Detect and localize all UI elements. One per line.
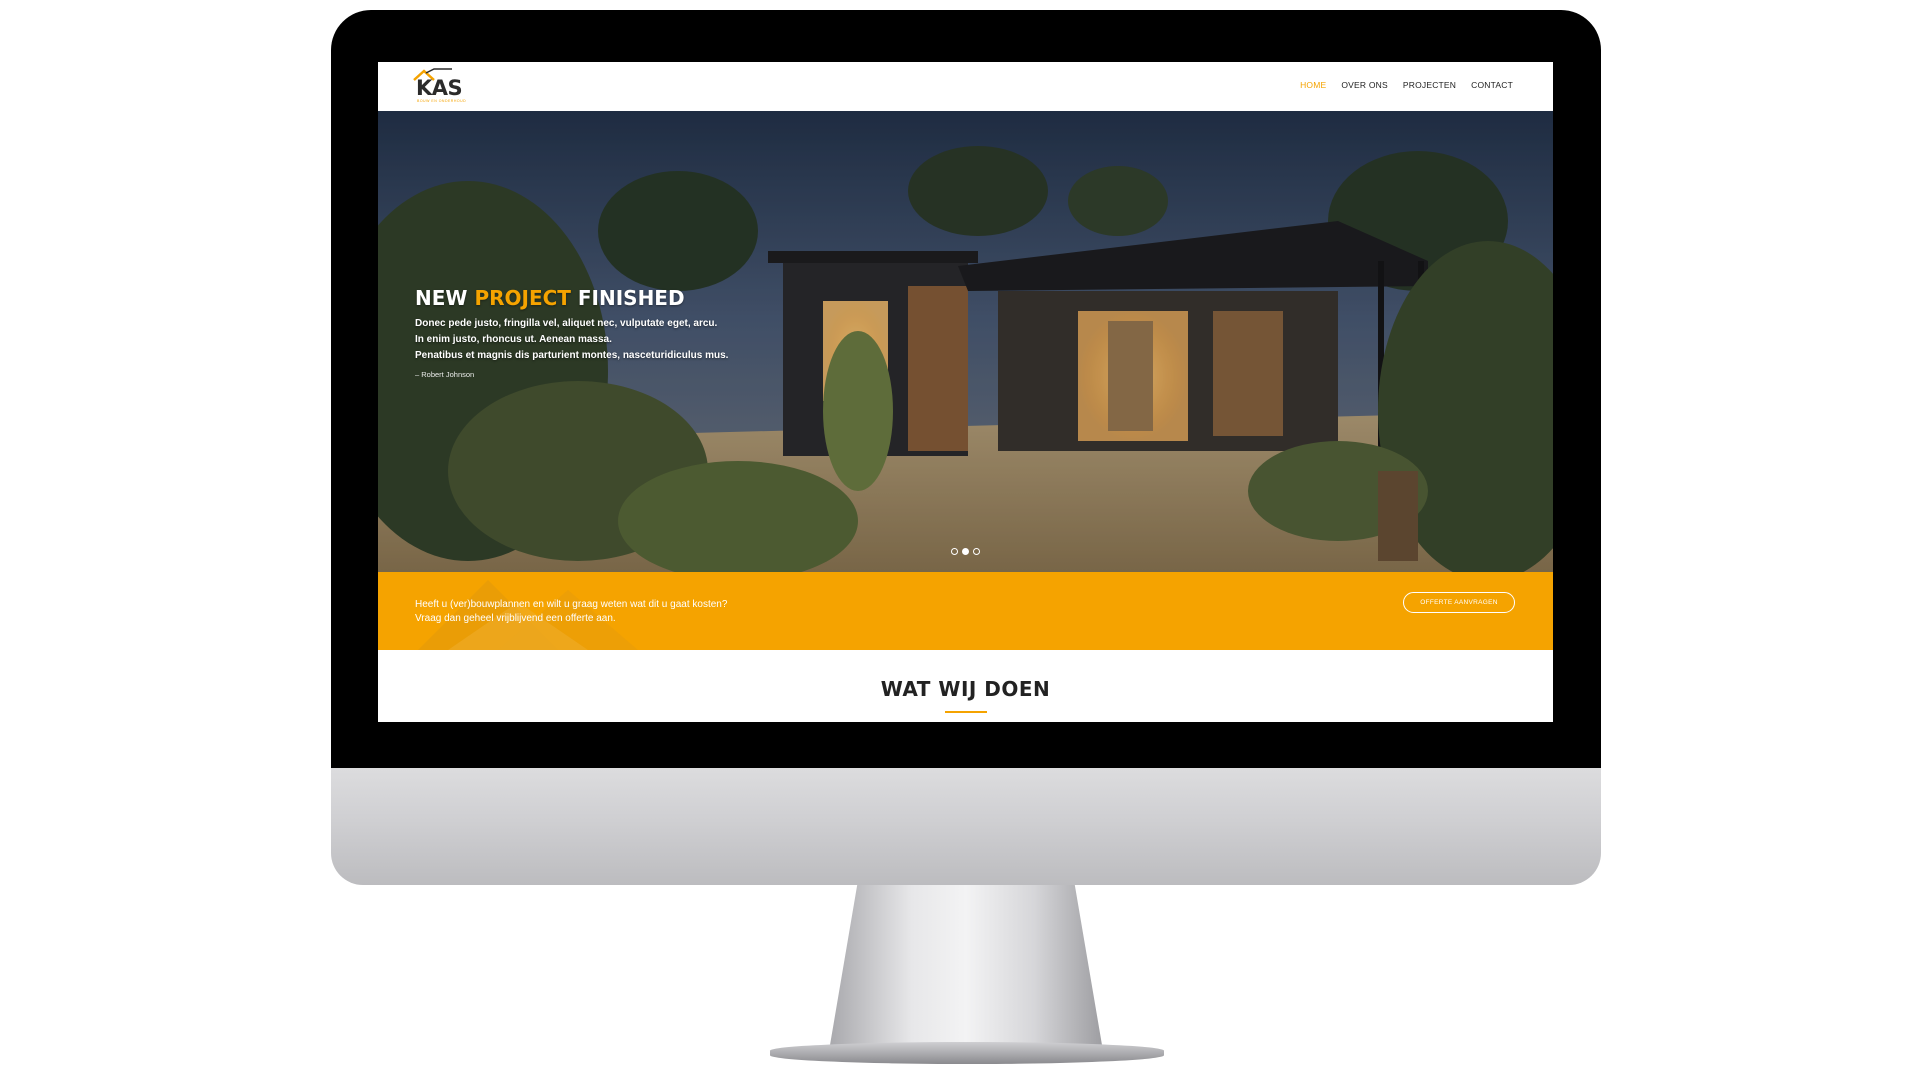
hero-caption: NEW PROJECT FINISHED Donec pede justo, f…	[415, 286, 728, 379]
cta-band: Heeft u (ver)bouwplannen en wilt u graag…	[378, 572, 1553, 650]
slider-dot-3[interactable]	[973, 548, 980, 555]
hero-text-line: Penatibus et magnis dis parturient monte…	[415, 350, 729, 361]
website-screen: KAS BOUW EN ONDERHOUD HOME OVER ONS PROJ…	[378, 62, 1553, 722]
nav-item-over-ons[interactable]: OVER ONS	[1341, 80, 1387, 90]
logo[interactable]: KAS BOUW EN ONDERHOUD	[412, 68, 472, 106]
site-header: KAS BOUW EN ONDERHOUD HOME OVER ONS PROJ…	[378, 62, 1553, 111]
request-quote-button[interactable]: OFFERTE AANVRAGEN	[1403, 592, 1515, 613]
monitor-chin	[331, 768, 1601, 885]
nav-item-projecten[interactable]: PROJECTEN	[1403, 80, 1456, 90]
slider-dot-1[interactable]	[951, 548, 958, 555]
section-underline	[945, 711, 987, 713]
hero-author: – Robert Johnson	[415, 370, 475, 379]
hero-title: NEW PROJECT FINISHED	[415, 286, 685, 310]
nav-item-contact[interactable]: CONTACT	[1471, 80, 1513, 90]
section-title: WAT WIJ DOEN	[880, 677, 1051, 701]
hero-text-line: In enim justo, rhoncus ut. Aenean massa.	[415, 334, 612, 345]
logo-tagline: BOUW EN ONDERHOUD	[417, 99, 467, 103]
wat-wij-doen-section: WAT WIJ DOEN	[378, 650, 1553, 722]
hero-slider: NEW PROJECT FINISHED Donec pede justo, f…	[378, 111, 1553, 572]
cta-line-2: Vraag dan geheel vrijblijvend een offert…	[415, 613, 616, 624]
logo-text: KAS	[416, 76, 463, 100]
slider-dots	[951, 548, 980, 555]
monitor-stand-base	[770, 1042, 1164, 1064]
hero-text-line: Donec pede justo, fringilla vel, aliquet…	[415, 318, 718, 329]
nav-item-home[interactable]: HOME	[1300, 80, 1326, 90]
slider-dot-2[interactable]	[962, 548, 969, 555]
main-nav: HOME OVER ONS PROJECTEN CONTACT	[1300, 80, 1513, 90]
monitor-stand	[830, 885, 1102, 1045]
cta-line-1: Heeft u (ver)bouwplannen en wilt u graag…	[415, 599, 728, 610]
cta-text: Heeft u (ver)bouwplannen en wilt u graag…	[415, 598, 727, 626]
